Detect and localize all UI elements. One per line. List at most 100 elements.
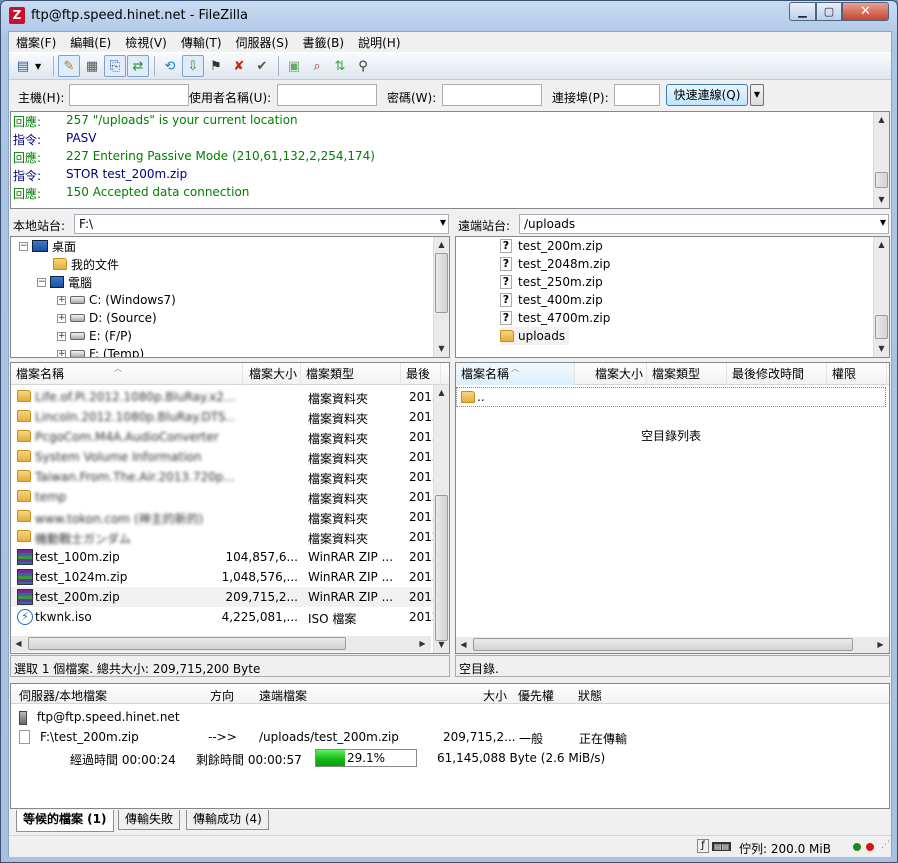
close-button[interactable]: ✕ bbox=[842, 2, 889, 21]
menu-edit[interactable]: 編輯(E) bbox=[63, 32, 118, 52]
menu-file[interactable]: 檔案(F) bbox=[9, 32, 63, 52]
toggle-remote-tree-icon[interactable]: ⎘ bbox=[104, 55, 126, 77]
remote-file-list[interactable]: 檔案名稱 檔案大小 檔案類型 最後修改時間 權限 ︿ .. 空目錄列表 ◀ ▶ bbox=[455, 362, 890, 654]
table-row[interactable]: Lincoln.2012.1080p.BluRay.DTS... 檔案資料夾 201… bbox=[11, 407, 439, 427]
queue-server-row[interactable]: ftp@ftp.speed.hinet.net bbox=[19, 710, 180, 725]
remote-directory-tree[interactable]: ? test_200m.zip ? test_2048m.zip ? test_… bbox=[455, 236, 890, 358]
scroll-down-icon[interactable]: ▼ bbox=[434, 341, 449, 356]
table-row[interactable]: Taiwan.From.The.Air.2013.720p... 檔案資料夾 201… bbox=[11, 467, 439, 487]
column-filesize[interactable]: 檔案大小 bbox=[575, 363, 647, 385]
tree-item-documents[interactable]: 我的文件 bbox=[53, 255, 119, 273]
table-row[interactable]: System Volume Information 檔案資料夾 2013 bbox=[11, 447, 439, 467]
tree-item-desktop[interactable]: − 桌面 bbox=[19, 237, 76, 255]
toggle-queue-icon[interactable]: ⇄ bbox=[127, 55, 149, 77]
column-size[interactable]: 大小 bbox=[483, 687, 507, 704]
scroll-up-icon[interactable]: ▲ bbox=[874, 112, 889, 127]
process-queue-icon[interactable]: ⇩ bbox=[182, 55, 204, 77]
tree-item[interactable]: ? test_4700m.zip bbox=[500, 309, 610, 327]
search-remote-icon[interactable]: ⚲ bbox=[352, 55, 374, 77]
local-list-hscrollbar[interactable]: ◀ ▶ bbox=[11, 636, 431, 652]
column-server-local-file[interactable]: 伺服器/本地檔案 bbox=[19, 687, 107, 704]
column-filename[interactable]: 檔案名稱 bbox=[11, 363, 243, 385]
expand-icon[interactable]: + bbox=[57, 295, 66, 305]
local-site-path-combo[interactable]: F:\ ▼ bbox=[74, 214, 449, 234]
username-input[interactable] bbox=[277, 84, 377, 106]
menu-bookmarks[interactable]: 書籤(B) bbox=[296, 32, 352, 52]
toggle-local-tree-icon[interactable]: ▦ bbox=[81, 55, 103, 77]
filter-icon[interactable]: ƒ bbox=[697, 839, 709, 853]
local-tree-scrollbar[interactable]: ▲ ▼ bbox=[433, 237, 449, 357]
menu-server[interactable]: 伺服器(S) bbox=[229, 32, 296, 52]
disconnect-icon[interactable]: ✘ bbox=[228, 55, 250, 77]
chevron-down-icon[interactable]: ▼ bbox=[880, 218, 886, 227]
collapse-icon[interactable]: − bbox=[19, 241, 28, 251]
table-row[interactable]: test_200m.zip 209,715,2... WinRAR ZIP ... 2… bbox=[11, 587, 439, 607]
scroll-thumb[interactable] bbox=[473, 638, 853, 651]
expand-icon[interactable]: + bbox=[57, 349, 66, 357]
table-row[interactable]: PcgoCom.M4A.AudioConverter 檔案資料夾 2013 bbox=[11, 427, 439, 447]
directory-listing-filters-icon[interactable]: ▣ bbox=[283, 55, 305, 77]
menu-transfer[interactable]: 傳輸(T) bbox=[174, 32, 229, 52]
remote-site-path-combo[interactable]: /uploads ▼ bbox=[519, 214, 889, 234]
site-manager-icon[interactable]: ▤ bbox=[12, 55, 34, 77]
column-filesize[interactable]: 檔案大小 bbox=[243, 363, 301, 385]
local-file-list[interactable]: 檔案名稱 檔案大小 檔案類型 最後 ︿ Life.of.Pi.2012.1080… bbox=[10, 362, 450, 654]
table-row[interactable]: Life.of.Pi.2012.1080p.BluRay.x2... 檔案資料夾 2… bbox=[11, 387, 439, 407]
scroll-up-icon[interactable]: ▲ bbox=[874, 237, 889, 252]
compare-directories-icon[interactable]: ⌕ bbox=[306, 55, 328, 77]
tab-successful-transfers[interactable]: 傳輸成功 (4) bbox=[186, 810, 269, 830]
cancel-operation-icon[interactable]: ⚑ bbox=[205, 55, 227, 77]
tab-failed-transfers[interactable]: 傳輸失敗 bbox=[118, 810, 181, 830]
resize-grip-icon[interactable]: ⋰ bbox=[881, 840, 890, 850]
scroll-up-icon[interactable]: ▲ bbox=[434, 385, 449, 400]
scroll-right-icon[interactable]: ▶ bbox=[415, 636, 430, 651]
table-row[interactable]: temp 檔案資料夾 2013 bbox=[11, 487, 439, 507]
scroll-left-icon[interactable]: ◀ bbox=[11, 636, 26, 651]
transfer-queue[interactable]: 伺服器/本地檔案 方向 遠端檔案 大小 優先權 狀態 ftp@ftp.speed… bbox=[10, 683, 890, 809]
parent-directory-row[interactable]: .. bbox=[456, 387, 886, 407]
scroll-up-icon[interactable]: ▲ bbox=[434, 237, 449, 252]
site-manager-dropdown-icon[interactable]: ▼ bbox=[35, 62, 45, 71]
scroll-thumb[interactable] bbox=[28, 637, 346, 650]
binary-mode-icon[interactable]: ▤▤ bbox=[712, 842, 732, 851]
table-row[interactable]: test_100m.zip 104,857,6... WinRAR ZIP ... 2… bbox=[11, 547, 439, 567]
column-modified[interactable]: 最後修改時間 bbox=[727, 363, 827, 385]
table-row[interactable]: ⚡ tkwnk.iso 4,225,081,... ISO 檔案 2012 bbox=[11, 607, 439, 627]
remote-tree-scrollbar[interactable]: ▲ ▼ bbox=[873, 237, 889, 357]
sync-browsing-icon[interactable]: ⇅ bbox=[329, 55, 351, 77]
column-priority[interactable]: 優先權 bbox=[518, 687, 554, 704]
table-row[interactable]: 機動戰士ガンダム 檔案資料夾 2012 bbox=[11, 527, 439, 547]
port-input[interactable] bbox=[614, 84, 660, 106]
column-status[interactable]: 狀態 bbox=[578, 687, 602, 704]
column-modified[interactable]: 最後 bbox=[401, 363, 441, 385]
expand-icon[interactable]: + bbox=[57, 313, 66, 323]
scroll-right-icon[interactable]: ▶ bbox=[873, 637, 888, 652]
tree-item-drive-f[interactable]: + F: (Temp) bbox=[57, 345, 144, 357]
tree-item-computer[interactable]: − 電腦 bbox=[37, 273, 92, 291]
maximize-button[interactable]: ▢ bbox=[816, 2, 842, 21]
chevron-down-icon[interactable]: ▼ bbox=[440, 218, 446, 227]
scroll-thumb[interactable] bbox=[875, 172, 888, 188]
scroll-thumb[interactable] bbox=[875, 315, 888, 339]
tree-item-drive-d[interactable]: + D: (Source) bbox=[57, 309, 157, 327]
expand-icon[interactable]: + bbox=[57, 331, 66, 341]
table-row[interactable]: www.tokon.com (神主的新的) 檔案資料夾 2013 bbox=[11, 507, 439, 527]
tree-item-uploads[interactable]: uploads bbox=[500, 327, 570, 345]
column-filetype[interactable]: 檔案類型 bbox=[301, 363, 401, 385]
tree-item[interactable]: ? test_400m.zip bbox=[500, 291, 603, 309]
table-row[interactable]: test_1024m.zip 1,048,576,... WinRAR ZIP ..… bbox=[11, 567, 439, 587]
menu-help[interactable]: 說明(H) bbox=[351, 32, 407, 52]
column-permissions[interactable]: 權限 bbox=[827, 363, 887, 385]
minimize-button[interactable]: ▁ bbox=[789, 2, 816, 21]
tab-queued-files[interactable]: 等候的檔案 (1) bbox=[16, 810, 114, 832]
reconnect-icon[interactable]: ✔ bbox=[251, 55, 273, 77]
column-filetype[interactable]: 檔案類型 bbox=[647, 363, 727, 385]
quickconnect-history-dropdown-icon[interactable]: ▼ bbox=[750, 84, 764, 106]
scroll-down-icon[interactable]: ▼ bbox=[434, 637, 449, 652]
log-scrollbar[interactable]: ▲ ▼ bbox=[873, 112, 889, 208]
local-list-scrollbar[interactable]: ▲ ▼ bbox=[433, 385, 449, 653]
collapse-icon[interactable]: − bbox=[37, 277, 46, 287]
refresh-icon[interactable]: ⟲ bbox=[159, 55, 181, 77]
remote-list-hscrollbar[interactable]: ◀ ▶ bbox=[456, 637, 889, 653]
password-input[interactable] bbox=[442, 84, 542, 106]
